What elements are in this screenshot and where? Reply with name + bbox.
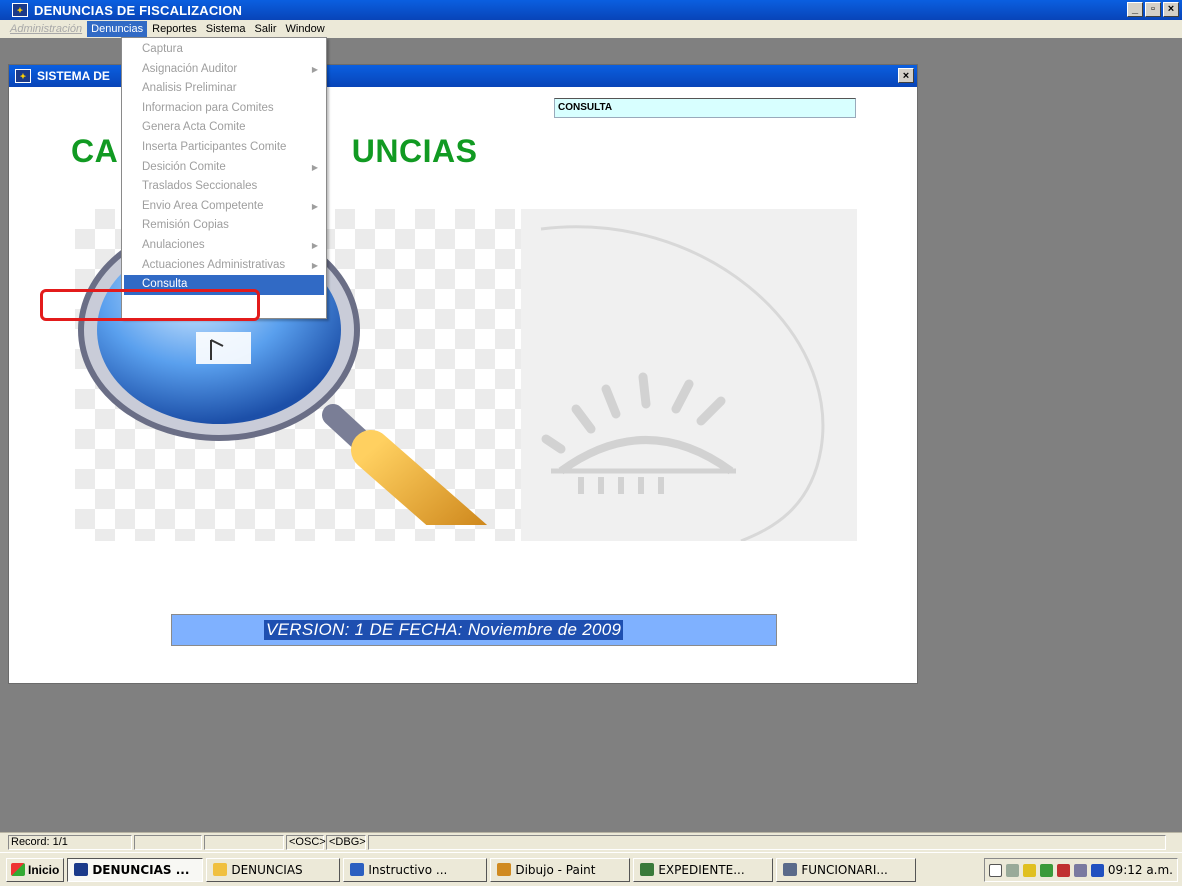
shield-icon[interactable] — [1056, 863, 1070, 877]
child-close-button[interactable]: × — [898, 68, 914, 83]
system-tray: 09:12 a.m. — [983, 858, 1178, 882]
taskbar-item-funcionari[interactable]: FUNCIONARI... — [776, 857, 917, 882]
word-document-icon — [350, 863, 365, 876]
version-bar: VERSION: 1 DE FECHA: Noviembre de 2009 — [171, 614, 777, 646]
record-indicator: Record: 1/1 — [8, 835, 132, 850]
taskbar-item-paint[interactable]: Dibujo - Paint — [490, 857, 631, 882]
table-icon — [783, 863, 798, 876]
logo-panel — [521, 209, 857, 543]
start-button[interactable]: Inicio — [6, 857, 65, 882]
menu-item-label: Analisis Preliminar — [142, 82, 237, 95]
folder-icon — [213, 863, 228, 876]
denuncias-dropdown: Captura Asignación Auditor ▶ Analisis Pre… — [121, 37, 327, 319]
taskbar-item-label: DENUNCIAS — [231, 862, 303, 877]
menu-item-label: Anulaciones — [142, 238, 205, 251]
menubar: Administración Denuncias Reportes Sistem… — [0, 20, 1182, 38]
menu-reportes[interactable]: Reportes — [148, 21, 201, 37]
app-icon: ✦ — [12, 3, 28, 17]
paint-icon — [497, 863, 512, 876]
menu-item-asignacion-auditor[interactable]: Asignación Auditor ▶ — [122, 60, 326, 80]
menu-item-label: Inserta Participantes Comite — [142, 140, 287, 153]
windows-logo-icon — [11, 863, 25, 876]
network-icon[interactable] — [1005, 863, 1019, 877]
menu-item-envio-area[interactable]: Envio Area Competente ▶ — [122, 197, 326, 217]
menu-sistema[interactable]: Sistema — [202, 21, 250, 37]
taskbar: Inicio DENUNCIAS ... DENUNCIAS Instructi… — [0, 852, 1182, 886]
window-controls: _ ▫ × — [1127, 2, 1179, 17]
menu-administracion[interactable]: Administración — [6, 21, 86, 37]
close-button[interactable]: × — [1163, 2, 1179, 17]
taskbar-item-label: Dibujo - Paint — [515, 862, 596, 877]
submenu-arrow-icon: ▶ — [311, 162, 318, 172]
menu-item-remision-copias[interactable]: Remisión Copias — [122, 216, 326, 236]
osc-indicator: <OSC> — [286, 835, 326, 850]
dbg-indicator: <DBG> — [326, 835, 366, 850]
app-titlebar: ✦ DENUNCIAS DE FISCALIZACION _ ▫ × — [0, 0, 1182, 20]
taskbar-item-instructivo[interactable]: Instructivo ... — [343, 857, 488, 882]
app-icon — [74, 863, 89, 876]
mode-indicator: CONSULTA — [554, 98, 856, 118]
taskbar-item-label: Instructivo ... — [368, 862, 448, 877]
menu-item-label: Informacion para Comites — [142, 101, 274, 114]
menu-item-anulaciones[interactable]: Anulaciones ▶ — [122, 236, 326, 256]
menu-item-label: Captura — [142, 43, 183, 55]
child-app-icon: ✦ — [15, 69, 31, 83]
status-cell-empty — [204, 835, 284, 850]
menu-item-traslados-seccionales[interactable]: Traslados Seccionales — [122, 177, 326, 197]
sun-logo-icon — [540, 225, 825, 543]
menu-item-label: Genera Acta Comite — [142, 121, 246, 134]
menu-item-label: Envio Area Competente — [142, 199, 264, 212]
taskbar-item-label: FUNCIONARI... — [801, 862, 888, 877]
taskbar-item-denuncias-folder[interactable]: DENUNCIAS — [206, 857, 341, 882]
statusbar: Record: 1/1 <OSC> <DBG> — [0, 832, 1182, 852]
version-text: VERSION: 1 DE FECHA: Noviembre de 2009 — [264, 620, 624, 640]
start-label: Inicio — [28, 862, 60, 877]
menu-item-label: Asignación Auditor — [142, 62, 238, 75]
menu-item-decision-comite[interactable]: Desición Comite ▶ — [122, 158, 326, 178]
menu-item-label: Desición Comite — [142, 160, 226, 173]
vpn-icon[interactable] — [1090, 863, 1104, 877]
clock: 09:12 a.m. — [1107, 863, 1173, 877]
child-title: SISTEMA DE — [37, 69, 110, 83]
menu-item-informacion-comites[interactable]: Informacion para Comites — [122, 99, 326, 119]
submenu-arrow-icon: ▶ — [311, 201, 318, 211]
antivirus-icon[interactable] — [1073, 863, 1087, 877]
menu-item-genera-acta[interactable]: Genera Acta Comite — [122, 118, 326, 138]
menu-item-captura[interactable]: Captura — [122, 40, 326, 60]
taskbar-item-denuncias-app[interactable]: DENUNCIAS ... — [67, 857, 204, 882]
messenger-icon[interactable] — [1022, 863, 1036, 877]
menu-item-label: Traslados Seccionales — [142, 180, 258, 193]
menu-salir[interactable]: Salir — [251, 21, 281, 37]
taskbar-item-label: EXPEDIENTE... — [658, 862, 745, 877]
menu-item-actuaciones[interactable]: Actuaciones Administrativas ▶ — [122, 256, 326, 276]
app-title: DENUNCIAS DE FISCALIZACION — [34, 2, 243, 18]
status-cell-message — [368, 835, 1166, 850]
maximize-button[interactable]: ▫ — [1145, 2, 1161, 17]
menu-item-analisis-preliminar[interactable]: Analisis Preliminar — [122, 79, 326, 99]
taskbar-item-label: DENUNCIAS ... — [92, 862, 190, 877]
menu-window[interactable]: Window — [282, 21, 329, 37]
minimize-button[interactable]: _ — [1127, 2, 1143, 17]
menu-item-inserta-participantes[interactable]: Inserta Participantes Comite — [122, 138, 326, 158]
submenu-arrow-icon: ▶ — [311, 260, 318, 270]
security-icon[interactable] — [1039, 863, 1053, 877]
taskbar-item-expediente[interactable]: EXPEDIENTE... — [633, 857, 774, 882]
menu-denuncias[interactable]: Denuncias — [87, 21, 148, 37]
menu-item-label: Actuaciones Administrativas — [142, 258, 286, 271]
status-cell-empty — [134, 835, 202, 850]
submenu-arrow-icon: ▶ — [311, 64, 318, 74]
submenu-arrow-icon: ▶ — [311, 240, 318, 250]
window-icon — [640, 863, 655, 876]
highlight-annotation — [40, 289, 260, 321]
help-icon[interactable] — [988, 863, 1002, 877]
menu-item-label: Remisión Copias — [142, 219, 229, 232]
